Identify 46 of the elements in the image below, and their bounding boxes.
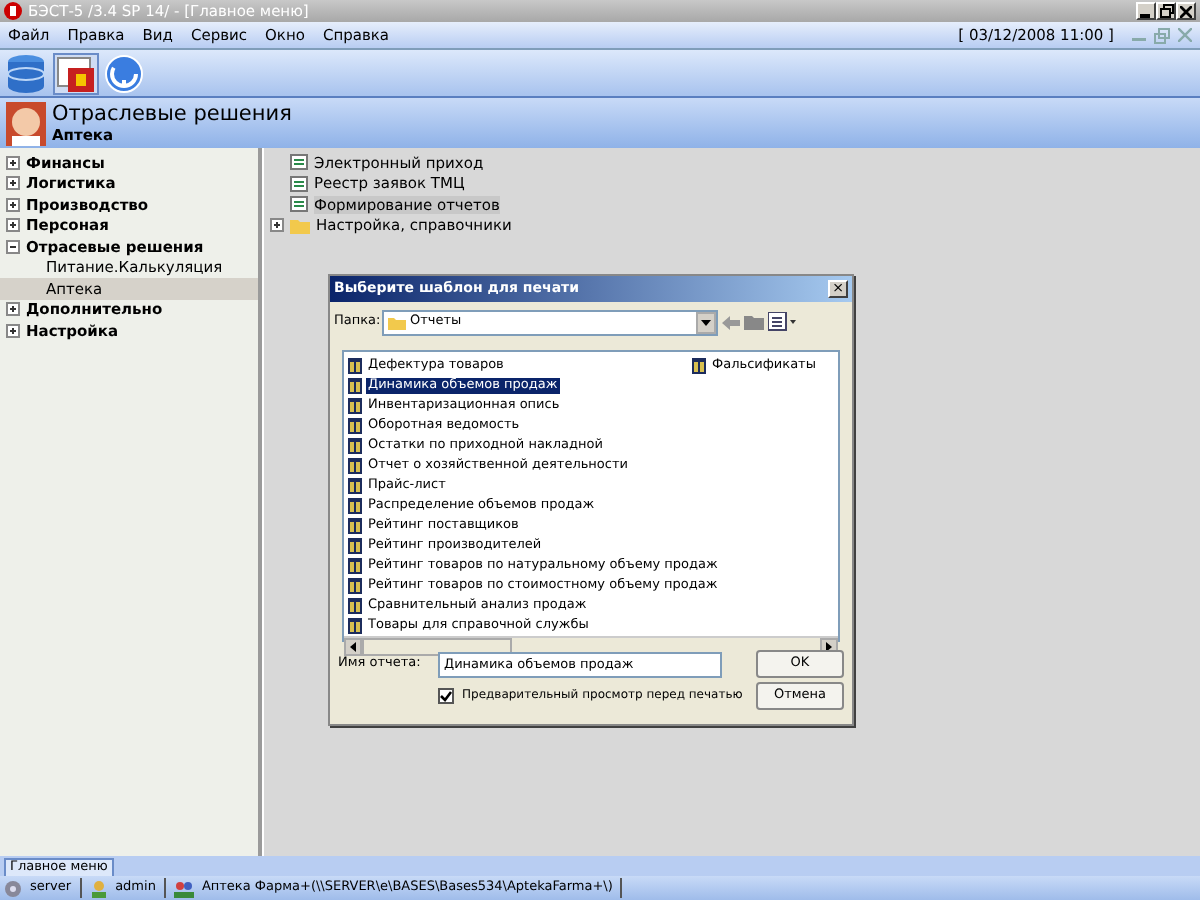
folder-icon [388, 315, 406, 329]
report-file-icon [348, 578, 362, 594]
close-button[interactable] [1176, 2, 1196, 20]
section-title: Отраслевые решения [52, 101, 292, 127]
report-file-icon [692, 358, 706, 374]
report-file-icon [348, 538, 362, 554]
report-file-icon [348, 518, 362, 534]
expand-icon[interactable] [6, 155, 20, 170]
report-file-icon [348, 378, 362, 394]
avatar-icon [6, 101, 46, 145]
restore-button[interactable] [1156, 2, 1176, 20]
expand-icon[interactable] [6, 323, 20, 338]
collapse-icon[interactable] [6, 239, 20, 254]
folder-icon[interactable] [744, 314, 764, 330]
report-file-icon [348, 398, 362, 414]
expand-icon[interactable] [6, 176, 20, 191]
report-file-icon [348, 598, 362, 614]
horizontal-scrollbar[interactable] [344, 636, 838, 654]
user-icon [89, 879, 108, 897]
users-icon [173, 879, 194, 897]
expand-icon[interactable] [270, 218, 284, 233]
app-logo-icon [4, 2, 22, 20]
report-file-icon [348, 478, 362, 494]
window-icon[interactable] [52, 51, 100, 95]
server-icon [4, 879, 22, 897]
document-icon [290, 175, 308, 192]
document-icon [290, 196, 308, 213]
report-file-icon [348, 558, 362, 574]
report-file-icon [348, 358, 362, 374]
report-file-icon [348, 418, 362, 434]
expand-icon[interactable] [6, 218, 20, 233]
expand-icon[interactable] [6, 302, 20, 317]
help-icon[interactable] [104, 53, 144, 93]
preview-checkbox[interactable] [438, 688, 454, 704]
report-file-icon [348, 498, 362, 514]
minimize-button[interactable] [1136, 2, 1156, 20]
report-file-icon [348, 618, 362, 634]
database-icon[interactable] [4, 51, 48, 95]
scroll-left-icon[interactable] [344, 637, 362, 655]
expand-icon[interactable] [6, 197, 20, 212]
folder-icon [290, 217, 310, 234]
report-file-icon [348, 458, 362, 474]
report-file-icon [348, 438, 362, 454]
document-icon [290, 154, 308, 171]
view-menu-icon[interactable] [768, 312, 796, 332]
close-icon [1180, 5, 1192, 17]
